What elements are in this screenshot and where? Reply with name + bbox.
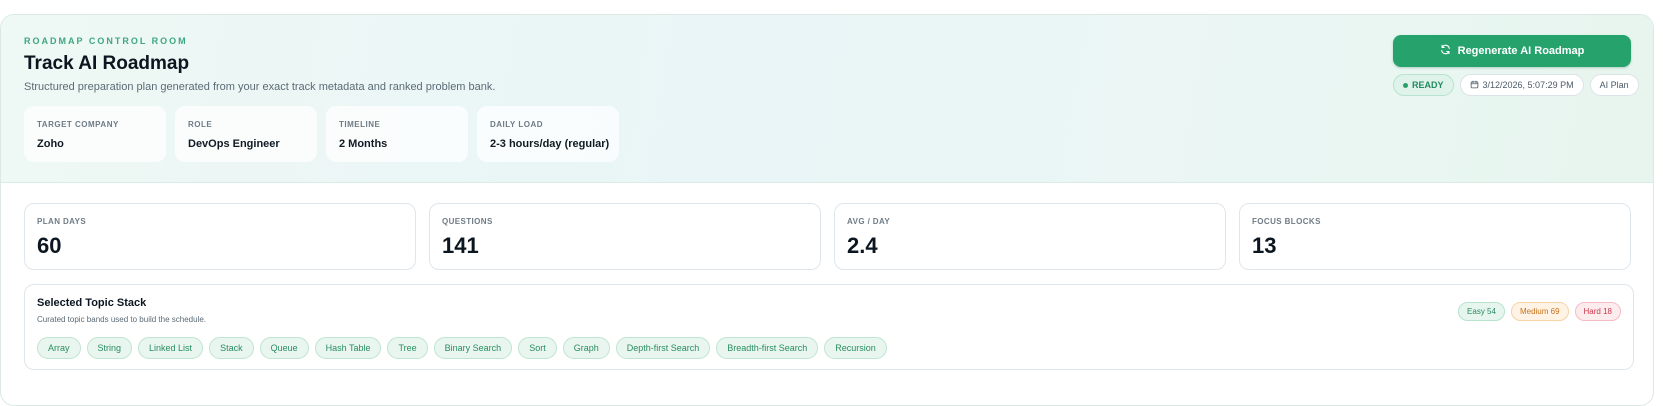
- difficulty-badges: Easy 54 Medium 69 Hard 18: [1458, 302, 1621, 321]
- plan-type-badge: AI Plan: [1589, 74, 1639, 96]
- roadmap-panel: ROADMAP CONTROL ROOM Track AI Roadmap St…: [0, 14, 1654, 406]
- meta-label: TIMELINE: [339, 120, 381, 129]
- stat-label: FOCUS BLOCKS: [1252, 217, 1321, 226]
- meta-label: ROLE: [188, 120, 213, 129]
- topic-chip-recursion[interactable]: Recursion: [824, 337, 887, 359]
- calendar-icon: [1470, 80, 1479, 91]
- easy-count-badge: Easy 54: [1458, 302, 1505, 321]
- meta-card-role: ROLE DevOps Engineer: [175, 106, 317, 162]
- eyebrow-label: ROADMAP CONTROL ROOM: [24, 36, 188, 46]
- stat-value: 13: [1252, 233, 1277, 258]
- topic-chip-tree[interactable]: Tree: [387, 337, 428, 359]
- meta-label: DAILY LOAD: [490, 120, 544, 129]
- stat-value: 141: [442, 233, 479, 258]
- stat-label: AVG / DAY: [847, 217, 891, 226]
- timestamp-text: 3/12/2026, 5:07:29 PM: [1482, 80, 1574, 90]
- topic-chip-string[interactable]: String: [86, 337, 133, 359]
- meta-value: 2-3 hours/day (regular): [490, 138, 610, 150]
- medium-count-badge: Medium 69: [1510, 302, 1569, 321]
- topic-chip-stack[interactable]: Stack: [209, 337, 254, 359]
- stat-label: PLAN DAYS: [37, 217, 87, 226]
- stat-value: 60: [37, 233, 62, 258]
- timestamp-badge: 3/12/2026, 5:07:29 PM: [1459, 74, 1584, 96]
- topic-chip-array[interactable]: Array: [37, 337, 81, 359]
- regenerate-label: Regenerate AI Roadmap: [1457, 45, 1585, 57]
- topic-chip-sort[interactable]: Sort: [518, 337, 557, 359]
- topic-chip-list: Array String Linked List Stack Queue Has…: [37, 337, 887, 359]
- topic-chip-binary-search[interactable]: Binary Search: [433, 337, 513, 359]
- page-title: Track AI Roadmap: [24, 53, 190, 74]
- topic-stack-title: Selected Topic Stack: [37, 297, 147, 309]
- meta-value: 2 Months: [339, 138, 388, 150]
- meta-value: DevOps Engineer: [188, 138, 280, 150]
- topic-chip-linked-list[interactable]: Linked List: [138, 337, 204, 359]
- topic-chip-queue[interactable]: Queue: [259, 337, 309, 359]
- stat-card-focus-blocks: FOCUS BLOCKS 13: [1239, 203, 1631, 270]
- hard-count-badge: Hard 18: [1574, 302, 1621, 321]
- meta-card-timeline: TIMELINE 2 Months: [326, 106, 468, 162]
- page-subtitle: Structured preparation plan generated fr…: [24, 81, 496, 93]
- status-row: READY 3/12/2026, 5:07:29 PM AI Plan: [1393, 74, 1639, 96]
- stat-label: QUESTIONS: [442, 217, 493, 226]
- status-dot-icon: [1403, 82, 1408, 88]
- topic-chip-depth-first-search[interactable]: Depth-first Search: [615, 337, 711, 359]
- meta-label: TARGET COMPANY: [37, 120, 119, 129]
- roadmap-header: ROADMAP CONTROL ROOM Track AI Roadmap St…: [1, 15, 1653, 183]
- topic-chip-breadth-first-search[interactable]: Breadth-first Search: [716, 337, 819, 359]
- status-text: READY: [1412, 80, 1444, 90]
- stat-card-avg-per-day: AVG / DAY 2.4: [834, 203, 1226, 270]
- status-badge: READY: [1393, 74, 1454, 96]
- refresh-icon: [1440, 44, 1451, 58]
- topic-stack-subtitle: Curated topic bands used to build the sc…: [37, 315, 207, 324]
- meta-value: Zoho: [37, 138, 64, 150]
- stat-card-plan-days: PLAN DAYS 60: [24, 203, 416, 270]
- meta-card-target-company: TARGET COMPANY Zoho: [24, 106, 166, 162]
- track-meta-cards: TARGET COMPANY Zoho ROLE DevOps Engineer…: [24, 106, 619, 162]
- topic-chip-graph[interactable]: Graph: [562, 337, 610, 359]
- stat-value: 2.4: [847, 233, 878, 258]
- regenerate-roadmap-button[interactable]: Regenerate AI Roadmap: [1393, 35, 1631, 67]
- stats-row: PLAN DAYS 60 QUESTIONS 141 AVG / DAY 2.4…: [24, 203, 1631, 270]
- topic-chip-hash-table[interactable]: Hash Table: [314, 337, 382, 359]
- stat-card-questions: QUESTIONS 141: [429, 203, 821, 270]
- topic-stack-card: Selected Topic Stack Curated topic bands…: [24, 284, 1634, 370]
- meta-card-daily-load: DAILY LOAD 2-3 hours/day (regular): [477, 106, 619, 162]
